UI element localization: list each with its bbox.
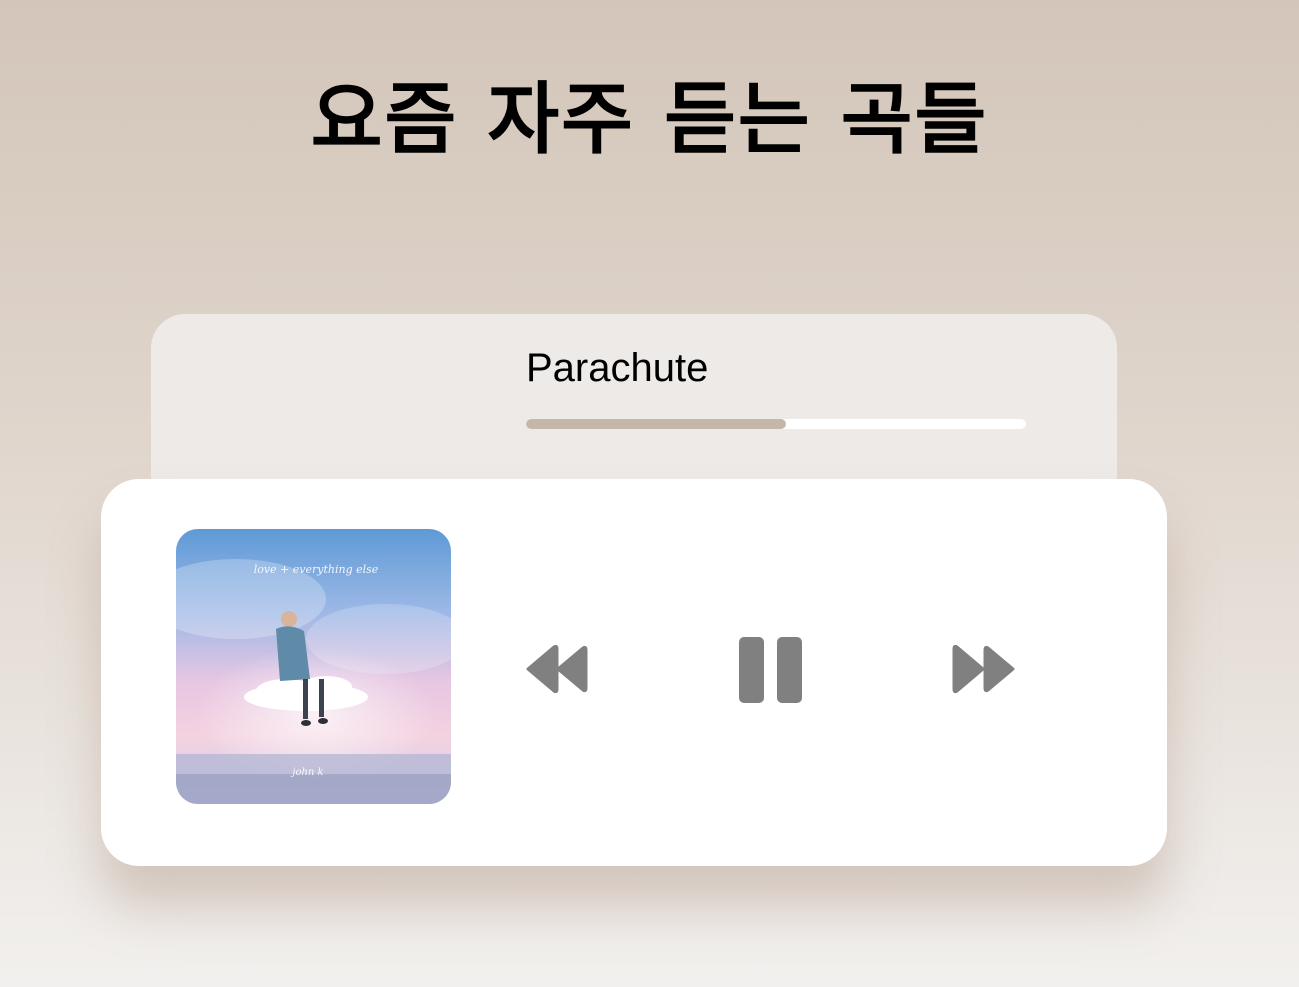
album-cover-text: love + everything else: [254, 563, 379, 576]
pause-button[interactable]: [737, 636, 805, 704]
song-title: Parachute: [526, 346, 709, 390]
album-cover-image: love + everything else john k: [176, 529, 451, 804]
rewind-icon: [526, 644, 588, 694]
fast-forward-icon: [952, 644, 1015, 694]
fast-forward-button[interactable]: [951, 644, 1017, 694]
page-title: 요즘 자주 듣는 곡들: [310, 75, 989, 165]
progress-fill: [526, 419, 786, 429]
player-card: love + everything else john k: [101, 479, 1167, 866]
rewind-button[interactable]: [524, 644, 590, 694]
progress-bar[interactable]: [526, 419, 1026, 429]
album-artist-signature: john k: [290, 767, 323, 778]
pause-icon: [739, 637, 802, 703]
album-cover: love + everything else john k: [176, 529, 451, 804]
